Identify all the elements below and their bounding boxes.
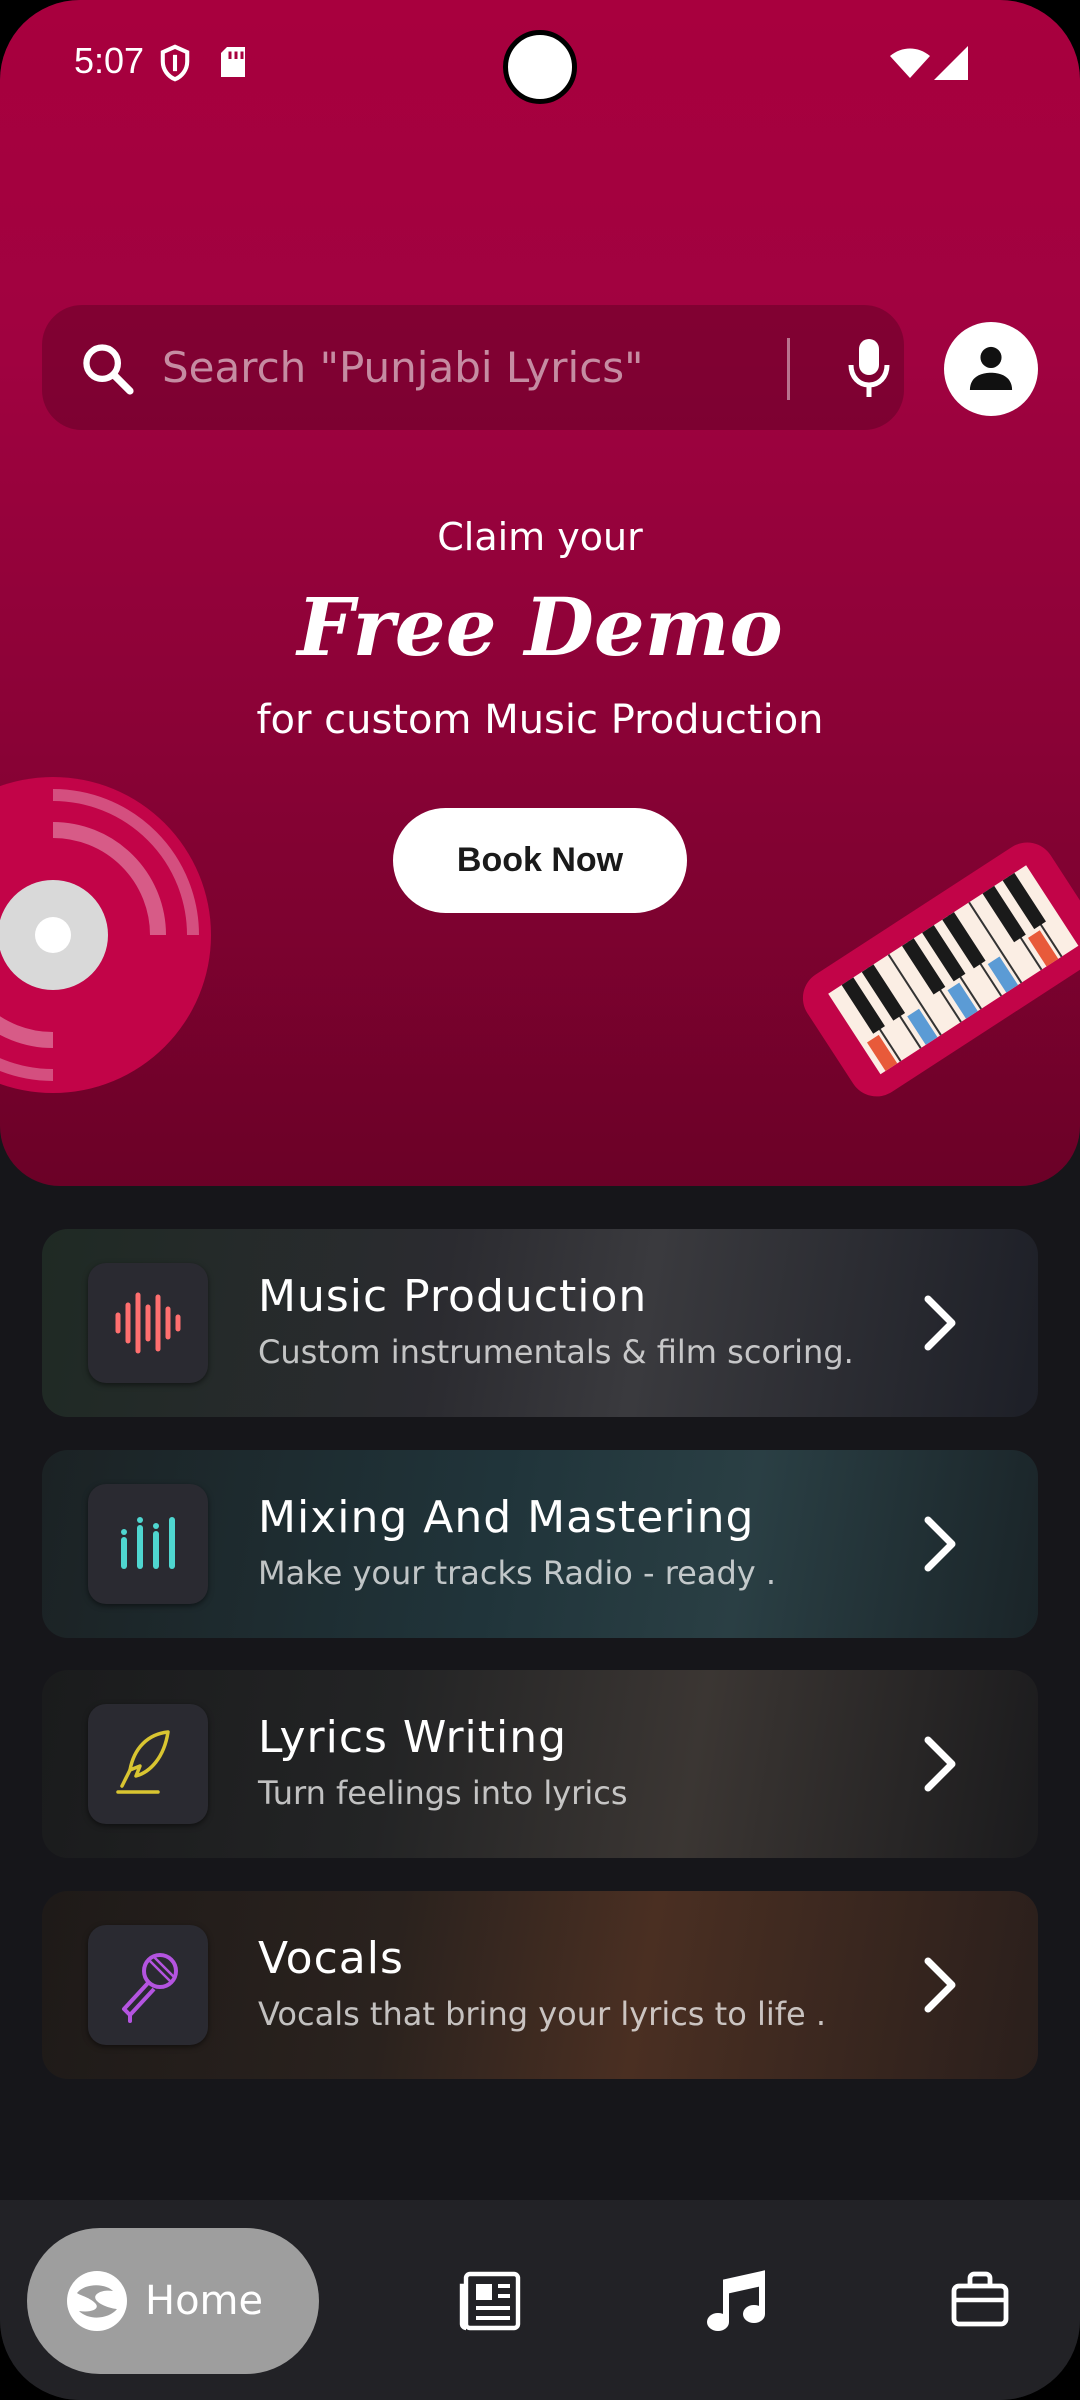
card-description: Make your tracks Radio - ready . [258, 1554, 777, 1592]
search-icon[interactable] [78, 339, 136, 401]
microphone-icon[interactable] [847, 337, 891, 403]
service-card-vocals[interactable]: Vocals Vocals that bring your lyrics to … [42, 1891, 1038, 2079]
card-icon-box [88, 1484, 208, 1604]
bottom-navigation: Home [0, 2200, 1080, 2400]
card-title: Mixing And Mastering [258, 1492, 755, 1543]
sd-card-icon [218, 44, 248, 84]
service-card-mixing-mastering[interactable]: Mixing And Mastering Make your tracks Ra… [42, 1450, 1038, 1638]
card-title: Music Production [258, 1271, 648, 1322]
card-icon-box [88, 1925, 208, 2045]
service-card-music-production[interactable]: Music Production Custom instrumentals & … [42, 1229, 1038, 1417]
wifi-icon [890, 48, 930, 84]
chevron-right-icon[interactable] [920, 1734, 960, 1798]
card-title: Vocals [258, 1933, 404, 1984]
status-time: 5:07 [74, 40, 145, 81]
service-card-lyrics-writing[interactable]: Lyrics Writing Turn feelings into lyrics [42, 1670, 1038, 1858]
chevron-right-icon[interactable] [920, 1293, 960, 1357]
card-icon-box [88, 1704, 208, 1824]
nav-item-home[interactable]: Home [27, 2228, 319, 2374]
card-title: Lyrics Writing [258, 1712, 568, 1763]
hero-banner: 5:07 Claim your Free [0, 0, 1080, 1186]
equalizer-icon [121, 1517, 175, 1569]
card-description: Vocals that bring your lyrics to life . [258, 1995, 827, 2033]
chevron-right-icon[interactable] [920, 1514, 960, 1578]
app-screen: 5:07 Claim your Free [0, 0, 1080, 2400]
nav-home-label: Home [145, 2278, 264, 2324]
briefcase-icon[interactable] [950, 2270, 1010, 2332]
home-logo-icon [65, 2269, 129, 2337]
promo-claim-text: Claim your [437, 515, 643, 559]
microphone-icon [122, 1953, 178, 2023]
cellular-signal-icon [934, 46, 968, 84]
vinyl-disc-icon [0, 770, 218, 1104]
card-description: Turn feelings into lyrics [258, 1774, 628, 1812]
search-divider [787, 338, 790, 400]
book-now-button[interactable]: Book Now [393, 808, 687, 913]
search-bar[interactable] [42, 305, 904, 430]
camera-cutout [503, 30, 577, 104]
shield-icon [158, 44, 192, 86]
quill-icon [116, 1730, 170, 1794]
promo-subtitle: for custom Music Production [256, 697, 824, 743]
search-input[interactable] [162, 327, 802, 407]
person-icon [969, 346, 1013, 391]
card-description: Custom instrumentals & film scoring. [258, 1333, 854, 1371]
chevron-right-icon[interactable] [920, 1955, 960, 2019]
news-icon[interactable] [458, 2270, 522, 2336]
piano-keyboard-icon [795, 838, 1080, 1102]
card-icon-box [88, 1263, 208, 1383]
waveform-icon [115, 1292, 181, 1354]
promo-title: Free Demo [297, 580, 783, 674]
profile-button[interactable] [944, 322, 1038, 416]
music-note-icon[interactable] [702, 2270, 768, 2340]
